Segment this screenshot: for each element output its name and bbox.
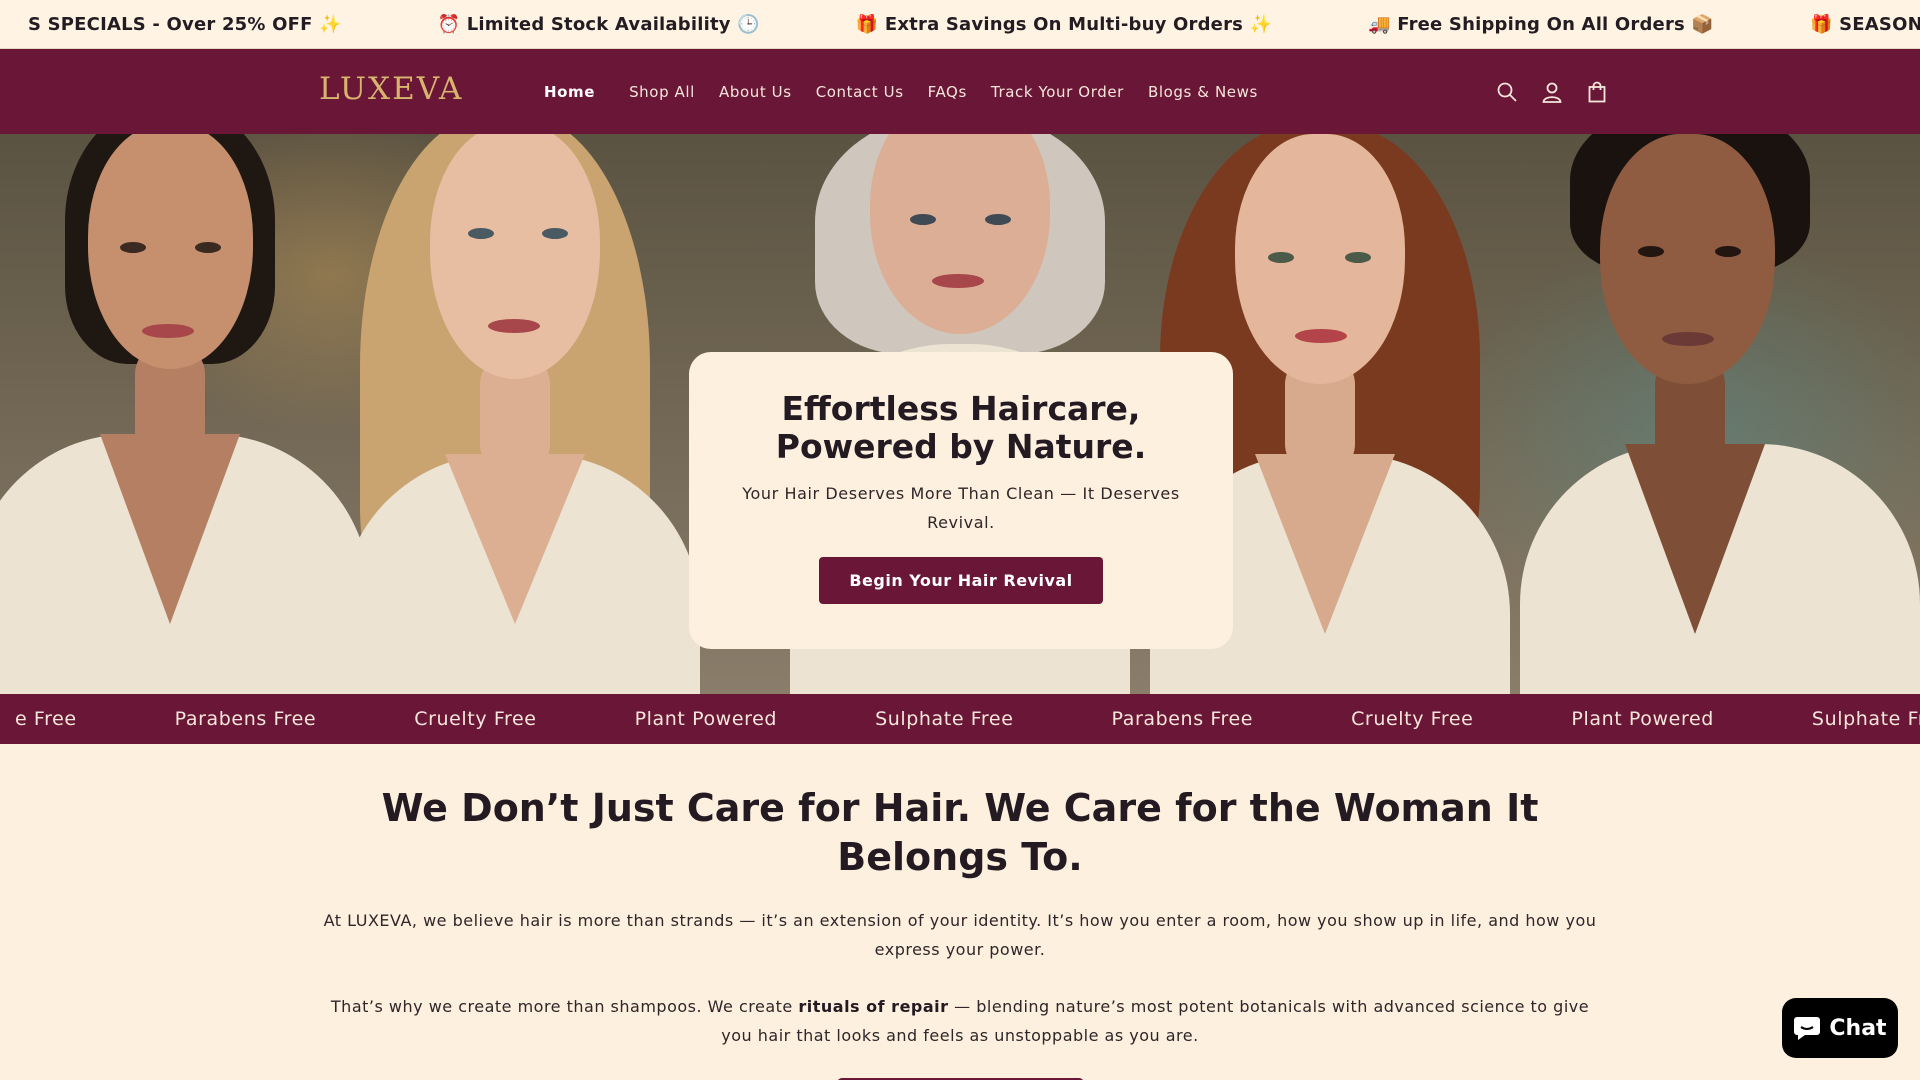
header-icons [1496,49,1608,134]
brand-paragraph: At LUXEVA, we believe hair is more than … [323,911,1597,959]
account-icon[interactable] [1541,81,1563,103]
marquee-item: Parabens Free [174,708,317,730]
marquee-item: Sulphate Free [875,708,1014,730]
chat-bubble-icon [1794,1017,1821,1040]
paragraph-text: That’s why we create more than shampoos.… [330,997,799,1016]
hero-model-image [330,134,710,694]
main-nav: Home Shop All About Us Contact Us FAQs T… [544,49,1282,134]
marquee-item: Cruelty Free [1351,708,1474,730]
begin-hair-revival-button[interactable]: Begin Your Hair Revival [819,557,1103,604]
chat-label: Chat [1829,1015,1887,1041]
marquee-item: Cruelty Free [414,708,537,730]
nav-link-home[interactable]: Home [544,83,595,101]
marquee-item: e Free [15,708,77,730]
marquee-item: Sulphate Free [1811,708,1920,730]
section-heading: We Don’t Just Care for Hair. We Care for… [381,786,1539,879]
marquee-track: e Free Parabens Free Cruelty Free Plant … [0,694,1920,744]
site-header: LUXEVA Home Shop All About Us Contact Us… [0,49,1920,134]
brand-paragraph: That’s why we create more than shampoos.… [300,992,1620,1050]
hero-model-image [0,134,370,694]
search-icon[interactable] [1496,81,1518,103]
announcement-bar: S SPECIALS - Over 25% OFF ✨ ⏰ Limited St… [0,0,1920,49]
announcement-item: 🚚 Free Shipping On All Orders 📦 [1368,14,1715,35]
nav-link-faqs[interactable]: FAQs [928,83,967,101]
nav-link-track-order[interactable]: Track Your Order [991,83,1124,101]
hero-subtitle: Your Hair Deserves More Than Clean — It … [742,484,1180,532]
site-logo[interactable]: LUXEVA [319,71,463,107]
nav-link-shop-all[interactable]: Shop All [629,83,695,101]
benefits-marquee: e Free Parabens Free Cruelty Free Plant … [0,694,1920,744]
chat-button[interactable]: Chat [1782,998,1898,1058]
announcement-item: 🎁 Extra Savings On Multi-buy Orders ✨ [855,14,1273,35]
marquee-item: Parabens Free [1111,708,1254,730]
announcement-track: S SPECIALS - Over 25% OFF ✨ ⏰ Limited St… [0,0,1920,48]
marquee-item: Plant Powered [1571,708,1714,730]
hero-model-image [1500,134,1920,694]
hero-card: Effortless Haircare, Powered by Nature. … [689,352,1233,649]
cart-icon[interactable] [1586,81,1608,103]
brand-story-section: We Don’t Just Care for Hair. We Care for… [0,784,1920,1080]
hero-title: Effortless Haircare, Powered by Nature. [775,389,1147,466]
marquee-item: Plant Powered [634,708,778,730]
announcement-item: 🎁 SEASONS SPEC [1810,14,1920,35]
hero-banner: Effortless Haircare, Powered by Nature. … [0,134,1920,694]
announcement-item: ⏰ Limited Stock Availability 🕒 [437,14,760,35]
rituals-emphasis: rituals of repair [798,997,949,1016]
nav-link-about-us[interactable]: About Us [719,83,792,101]
nav-link-contact-us[interactable]: Contact Us [816,83,904,101]
announcement-item: S SPECIALS - Over 25% OFF ✨ [28,14,342,35]
nav-link-blogs-news[interactable]: Blogs & News [1148,83,1258,101]
